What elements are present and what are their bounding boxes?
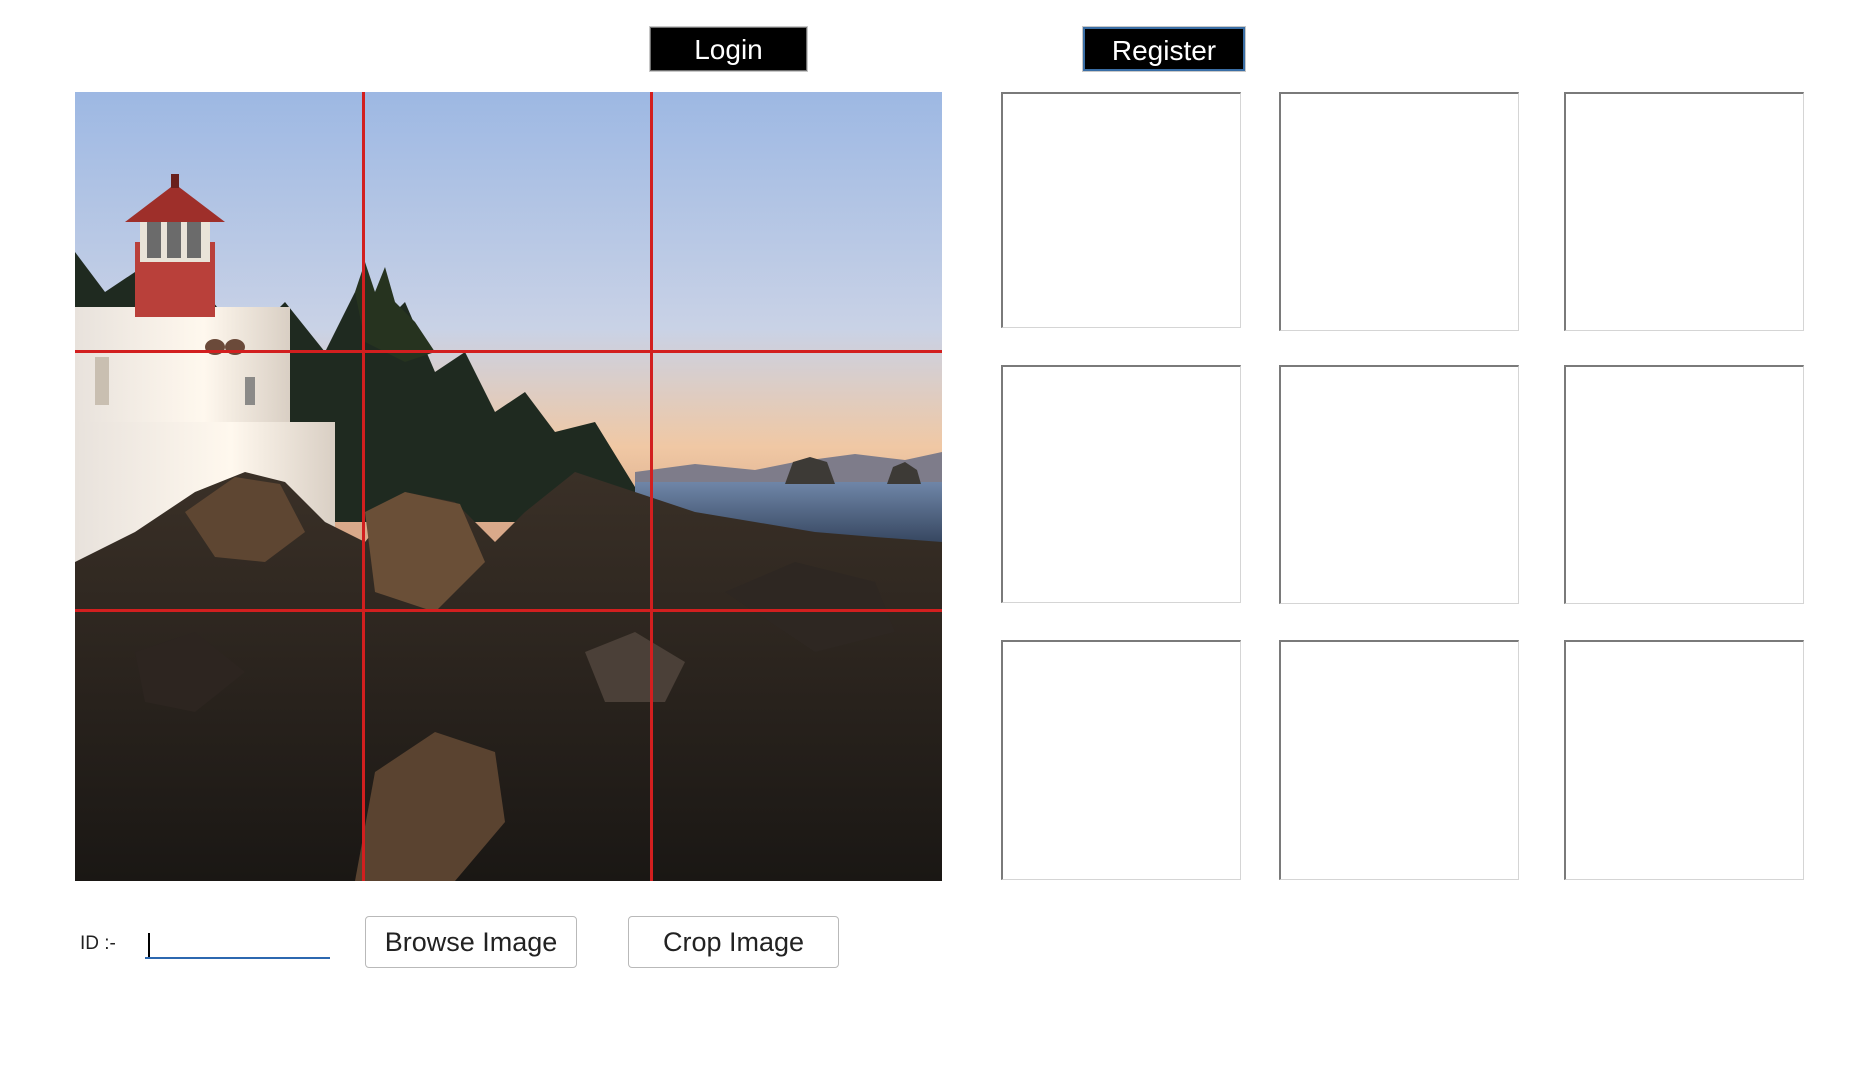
login-button[interactable]: Login [650, 27, 807, 71]
crop-tile-2 [1279, 92, 1519, 331]
crop-tile-8 [1279, 640, 1519, 880]
grid-line-horizontal-1[interactable] [75, 350, 942, 353]
id-label: ID :- [80, 933, 116, 954]
id-input[interactable] [145, 929, 330, 959]
browse-image-button[interactable]: Browse Image [365, 916, 577, 968]
source-image-panel[interactable] [75, 92, 942, 881]
crop-tile-6 [1564, 365, 1804, 604]
landscape-photo [75, 92, 942, 881]
grid-line-vertical-2[interactable] [650, 92, 653, 881]
crop-tile-7 [1001, 640, 1241, 880]
crop-tile-4 [1001, 365, 1241, 603]
grid-line-horizontal-2[interactable] [75, 609, 942, 612]
crop-image-button[interactable]: Crop Image [628, 916, 839, 968]
register-button[interactable]: Register [1083, 27, 1245, 71]
text-caret [148, 933, 150, 957]
crop-tile-5 [1279, 365, 1519, 604]
crop-tile-9 [1564, 640, 1804, 880]
crop-tile-1 [1001, 92, 1241, 328]
grid-line-vertical-1[interactable] [362, 92, 365, 881]
crop-tile-3 [1564, 92, 1804, 331]
